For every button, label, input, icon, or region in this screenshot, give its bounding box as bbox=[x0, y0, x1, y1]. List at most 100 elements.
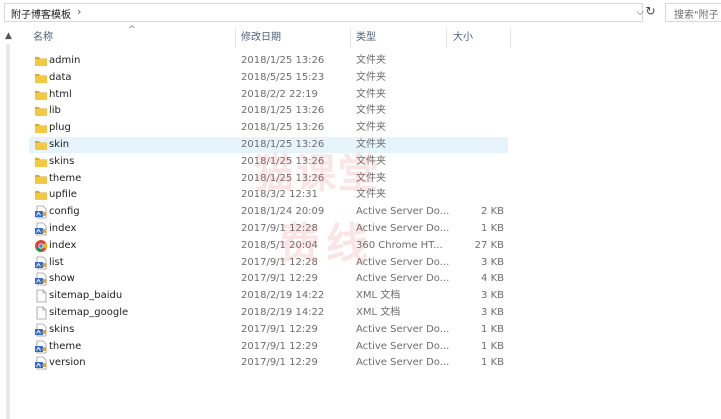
search-placeholder: 搜索"附子 bbox=[674, 10, 719, 21]
file-name: html bbox=[49, 88, 72, 100]
address-field[interactable]: 附子博客模板 › ⌵ bbox=[4, 3, 644, 22]
folder-icon bbox=[34, 138, 48, 152]
file-row[interactable]: lib 2018/1/25 13:26 文件夹 bbox=[29, 103, 508, 119]
nav-scroll-up-icon[interactable]: ▲ bbox=[5, 31, 12, 41]
file-size: 27 KB bbox=[474, 239, 504, 251]
file-name: list bbox=[49, 256, 64, 268]
breadcrumb-current-folder[interactable]: 附子博客模板 bbox=[11, 6, 71, 21]
file-type: 文件夹 bbox=[356, 139, 386, 150]
file-name: index bbox=[49, 239, 77, 251]
file-modified-date: 2018/1/25 13:26 bbox=[241, 139, 325, 150]
column-divider[interactable] bbox=[235, 28, 236, 48]
file-type: XML 文档 bbox=[356, 307, 401, 318]
file-modified-date: 2017/9/1 12:29 bbox=[241, 323, 318, 335]
column-divider[interactable] bbox=[510, 28, 511, 48]
file-size: 1 KB bbox=[481, 223, 504, 234]
xml-file-icon bbox=[34, 289, 48, 303]
file-row[interactable]: theme 2017/9/1 12:29 Active Server Do... 1 … bbox=[29, 339, 508, 355]
nav-scrollbar[interactable] bbox=[6, 44, 10, 419]
asp-file-icon bbox=[34, 205, 48, 219]
file-row[interactable]: version 2017/9/1 12:29 Active Server Do...… bbox=[29, 355, 508, 371]
folder-icon bbox=[34, 155, 48, 169]
column-header-type[interactable]: 类型 bbox=[356, 28, 376, 48]
file-row[interactable]: html 2018/2/2 22:19 文件夹 bbox=[29, 87, 508, 103]
file-name: plug bbox=[49, 122, 71, 134]
file-type: 文件夹 bbox=[356, 88, 386, 100]
file-type: 360 Chrome HT... bbox=[356, 239, 443, 251]
file-name: upfile bbox=[49, 189, 77, 201]
file-row[interactable]: list 2017/9/1 12:28 Active Server Do... 3 K… bbox=[29, 255, 508, 271]
file-size: 1 KB bbox=[481, 323, 504, 335]
file-row[interactable]: show 2017/9/1 12:29 Active Server Do... 4 K… bbox=[29, 271, 508, 287]
file-modified-date: 2017/9/1 12:29 bbox=[241, 357, 318, 369]
file-modified-date: 2018/2/19 14:22 bbox=[241, 307, 325, 318]
file-modified-date: 2017/9/1 12:29 bbox=[241, 273, 318, 285]
column-header-name[interactable]: 名称 bbox=[33, 28, 53, 48]
file-modified-date: 2017/9/1 12:28 bbox=[241, 223, 318, 234]
file-size: 2 KB bbox=[481, 206, 504, 218]
file-row[interactable]: index 2018/5/1 20:04 360 Chrome HT... 27 KB bbox=[29, 238, 508, 254]
column-header-date[interactable]: 修改日期 bbox=[241, 28, 281, 48]
folder-icon bbox=[34, 172, 48, 186]
file-modified-date: 2018/1/25 13:26 bbox=[241, 172, 325, 184]
asp-file-icon bbox=[34, 222, 48, 236]
file-row[interactable]: config 2018/1/24 20:09 Active Server Do...… bbox=[29, 204, 508, 220]
chrome-html-icon bbox=[34, 239, 48, 253]
folder-icon bbox=[34, 54, 48, 68]
address-bar: 附子博客模板 › ⌵ ↻ 搜索"附子 bbox=[0, 0, 721, 24]
file-modified-date: 2018/1/25 13:26 bbox=[241, 122, 325, 134]
file-row[interactable]: admin 2018/1/25 13:26 文件夹 bbox=[29, 53, 508, 69]
file-modified-date: 2018/1/25 13:26 bbox=[241, 155, 325, 167]
file-name: sitemap_google bbox=[49, 307, 129, 318]
file-name: theme bbox=[49, 172, 82, 184]
file-name: lib bbox=[49, 105, 61, 117]
file-row[interactable]: theme 2018/1/25 13:26 文件夹 bbox=[29, 171, 508, 187]
file-modified-date: 2018/3/2 12:31 bbox=[241, 189, 318, 201]
file-type: Active Server Do... bbox=[356, 273, 450, 285]
file-row[interactable]: upfile 2018/3/2 12:31 文件夹 bbox=[29, 187, 508, 203]
navigation-pane: ▲ bbox=[0, 24, 20, 419]
file-type: Active Server Do... bbox=[356, 357, 450, 369]
file-type: Active Server Do... bbox=[356, 223, 450, 234]
column-divider[interactable] bbox=[446, 28, 447, 48]
file-type: XML 文档 bbox=[356, 290, 401, 302]
file-size: 3 KB bbox=[481, 290, 504, 302]
file-row[interactable]: data 2018/5/25 15:23 文件夹 bbox=[29, 70, 508, 86]
asp-file-icon bbox=[34, 272, 48, 286]
file-size: 1 KB bbox=[481, 357, 504, 369]
file-modified-date: 2018/5/25 15:23 bbox=[241, 71, 325, 83]
file-type: Active Server Do... bbox=[356, 256, 450, 268]
file-size: 4 KB bbox=[481, 273, 504, 285]
asp-file-icon bbox=[34, 340, 48, 354]
column-header-size[interactable]: 大小 bbox=[453, 28, 473, 48]
file-name: admin bbox=[49, 55, 81, 66]
folder-icon bbox=[34, 188, 48, 202]
column-divider[interactable] bbox=[350, 28, 351, 48]
file-row[interactable]: index 2017/9/1 12:28 Active Server Do... 1 … bbox=[29, 221, 508, 237]
file-type: Active Server Do... bbox=[356, 323, 450, 335]
file-size: 1 KB bbox=[481, 340, 504, 352]
search-input[interactable]: 搜索"附子 bbox=[665, 3, 721, 22]
file-row[interactable]: sitemap_google 2018/2/19 14:22 XML 文档 3 KB bbox=[29, 305, 508, 321]
file-row[interactable]: skins 2017/9/1 12:29 Active Server Do... 1 … bbox=[29, 322, 508, 338]
file-name: config bbox=[49, 206, 80, 218]
file-type: 文件夹 bbox=[356, 172, 386, 184]
file-row[interactable]: sitemap_baidu 2018/2/19 14:22 XML 文档 3 KB bbox=[29, 288, 508, 304]
file-row[interactable]: plug 2018/1/25 13:26 文件夹 bbox=[29, 120, 508, 136]
file-type: 文件夹 bbox=[356, 71, 386, 83]
file-name: skins bbox=[49, 323, 75, 335]
file-type: Active Server Do... bbox=[356, 206, 450, 218]
file-type: 文件夹 bbox=[356, 105, 386, 117]
refresh-icon[interactable]: ↻ bbox=[642, 3, 659, 20]
file-name: skins bbox=[49, 155, 75, 167]
folder-icon bbox=[34, 71, 48, 85]
file-modified-date: 2018/1/25 13:26 bbox=[241, 105, 325, 117]
file-type: 文件夹 bbox=[356, 122, 386, 134]
breadcrumb-chevron-icon[interactable]: › bbox=[77, 5, 81, 18]
file-size: 3 KB bbox=[481, 307, 504, 318]
file-row[interactable]: skins 2018/1/25 13:26 文件夹 bbox=[29, 154, 508, 170]
file-name: index bbox=[49, 223, 77, 234]
file-modified-date: 2017/9/1 12:29 bbox=[241, 340, 318, 352]
file-row[interactable]: skin 2018/1/25 13:26 文件夹 bbox=[29, 137, 508, 153]
file-modified-date: 2018/2/2 22:19 bbox=[241, 88, 318, 100]
